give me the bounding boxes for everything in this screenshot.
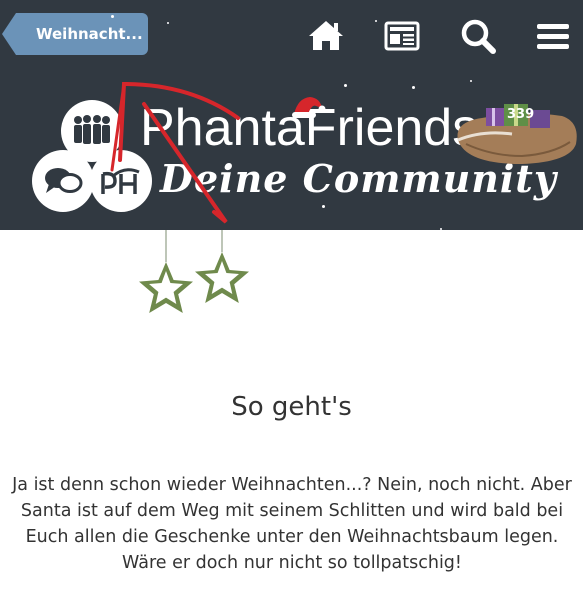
- page-heading: So geht's: [231, 392, 352, 422]
- christmas-decoration: [110, 81, 249, 313]
- intro-text: Ja ist denn schon wieder Weihnachten...?…: [12, 475, 572, 573]
